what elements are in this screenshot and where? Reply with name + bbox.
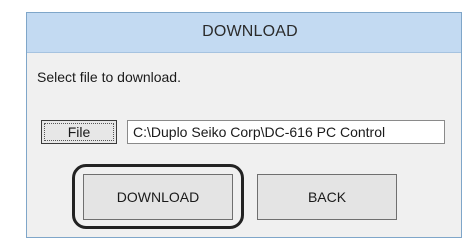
prompt-text: Select file to download. [37, 69, 181, 85]
title-bar: DOWNLOAD [27, 13, 461, 53]
file-button[interactable]: File [41, 120, 117, 144]
file-path-input[interactable] [127, 120, 445, 144]
download-button[interactable]: DOWNLOAD [83, 174, 233, 220]
dialog-title: DOWNLOAD [202, 22, 298, 40]
back-button[interactable]: BACK [257, 174, 397, 220]
download-dialog: DOWNLOAD Select file to download. File D… [26, 12, 462, 238]
